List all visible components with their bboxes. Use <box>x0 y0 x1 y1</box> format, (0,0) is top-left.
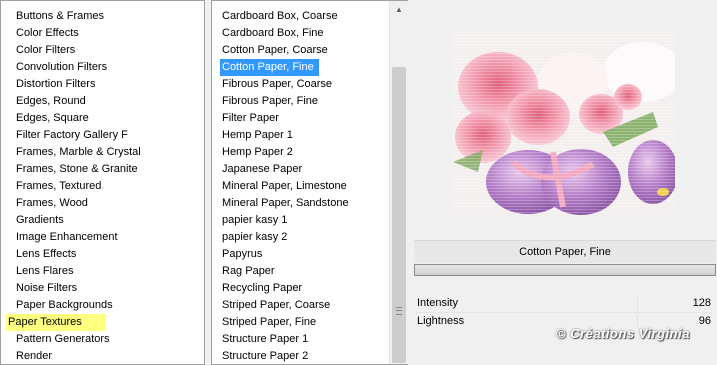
category-item[interactable]: Noise Filters <box>14 280 143 297</box>
filter-item[interactable]: Structure Paper 1 <box>220 331 351 348</box>
filter-item[interactable]: Filter Paper <box>220 110 351 127</box>
param-row-intensity[interactable]: Intensity 128 <box>414 294 714 313</box>
category-item[interactable]: Edges, Square <box>14 110 143 127</box>
filter-item[interactable]: papier kasy 1 <box>220 212 351 229</box>
filter-item[interactable]: Recycling Paper <box>220 280 351 297</box>
param-value[interactable]: 128 <box>693 294 711 312</box>
preview-image-graphic <box>453 32 675 215</box>
category-item[interactable]: Gradients <box>14 212 143 229</box>
category-item[interactable]: Paper Backgrounds <box>14 297 143 314</box>
category-item[interactable]: Distortion Filters <box>14 76 143 93</box>
watermark-text: © Créations Virginia <box>556 326 690 341</box>
filter-item[interactable]: Fibrous Paper, Fine <box>220 93 351 110</box>
filter-item[interactable]: Japanese Paper <box>220 161 351 178</box>
category-item[interactable]: Lens Flares <box>14 263 143 280</box>
category-item[interactable]: Color Filters <box>14 42 143 59</box>
filter-list-panel[interactable]: Cardboard Box, Coarse Cardboard Box, Fine… <box>211 0 408 365</box>
filter-item[interactable]: Cotton Paper, Coarse <box>220 42 351 59</box>
scroll-grip-icon <box>396 307 402 315</box>
category-item[interactable]: Pattern Generators <box>14 331 143 348</box>
filter-item[interactable]: Hemp Paper 1 <box>220 127 351 144</box>
filter-item[interactable]: Hemp Paper 2 <box>220 144 351 161</box>
filter-item[interactable]: Papyrus <box>220 246 351 263</box>
param-value[interactable]: 96 <box>699 312 711 330</box>
category-item[interactable]: Frames, Marble & Crystal <box>14 144 143 161</box>
preview-image <box>453 32 675 215</box>
category-item[interactable]: Edges, Round <box>14 93 143 110</box>
filter-item[interactable]: Striped Paper, Fine <box>220 314 351 331</box>
filter-list: Cardboard Box, Coarse Cardboard Box, Fine… <box>220 8 351 364</box>
param-label: Intensity <box>417 297 458 309</box>
filter-item-selected[interactable]: Cotton Paper, Fine <box>220 59 319 76</box>
filter-item[interactable]: Striped Paper, Coarse <box>220 297 351 314</box>
category-item[interactable]: Frames, Textured <box>14 178 143 195</box>
filter-item[interactable]: Rag Paper <box>220 263 351 280</box>
filter-item[interactable]: Cardboard Box, Fine <box>220 25 351 42</box>
filter-item[interactable]: papier kasy 2 <box>220 229 351 246</box>
category-list-panel[interactable]: Buttons & Frames Color Effects Color Filte… <box>0 0 205 365</box>
filter-item[interactable]: Mineral Paper, Sandstone <box>220 195 351 212</box>
category-item[interactable]: Buttons & Frames <box>14 8 143 25</box>
filter-list-scrollbar[interactable]: ▲ <box>389 1 408 364</box>
filter-item[interactable]: Structure Paper 2 <box>220 348 351 364</box>
scroll-up-arrow-icon[interactable]: ▲ <box>390 1 408 18</box>
category-list: Buttons & Frames Color Effects Color Filte… <box>6 8 143 364</box>
param-divider <box>637 297 638 310</box>
category-item[interactable]: Color Effects <box>14 25 143 42</box>
param-label: Lightness <box>417 315 465 327</box>
category-item[interactable]: Convolution Filters <box>14 59 143 76</box>
category-item-selected[interactable]: Paper Textures <box>6 314 106 331</box>
category-item[interactable]: Frames, Wood <box>14 195 143 212</box>
category-item[interactable]: Image Enhancement <box>14 229 143 246</box>
scroll-thumb[interactable] <box>392 67 406 363</box>
filter-item[interactable]: Mineral Paper, Limestone <box>220 178 351 195</box>
preview-filter-name: Cotton Paper, Fine <box>414 240 716 263</box>
category-item[interactable]: Render <box>14 348 143 364</box>
category-item[interactable]: Frames, Stone & Granite <box>14 161 143 178</box>
progress-bar <box>414 264 716 276</box>
filter-item[interactable]: Cardboard Box, Coarse <box>220 8 351 25</box>
category-item[interactable]: Lens Effects <box>14 246 143 263</box>
filter-item[interactable]: Fibrous Paper, Coarse <box>220 76 351 93</box>
category-item[interactable]: Filter Factory Gallery F <box>14 127 143 144</box>
